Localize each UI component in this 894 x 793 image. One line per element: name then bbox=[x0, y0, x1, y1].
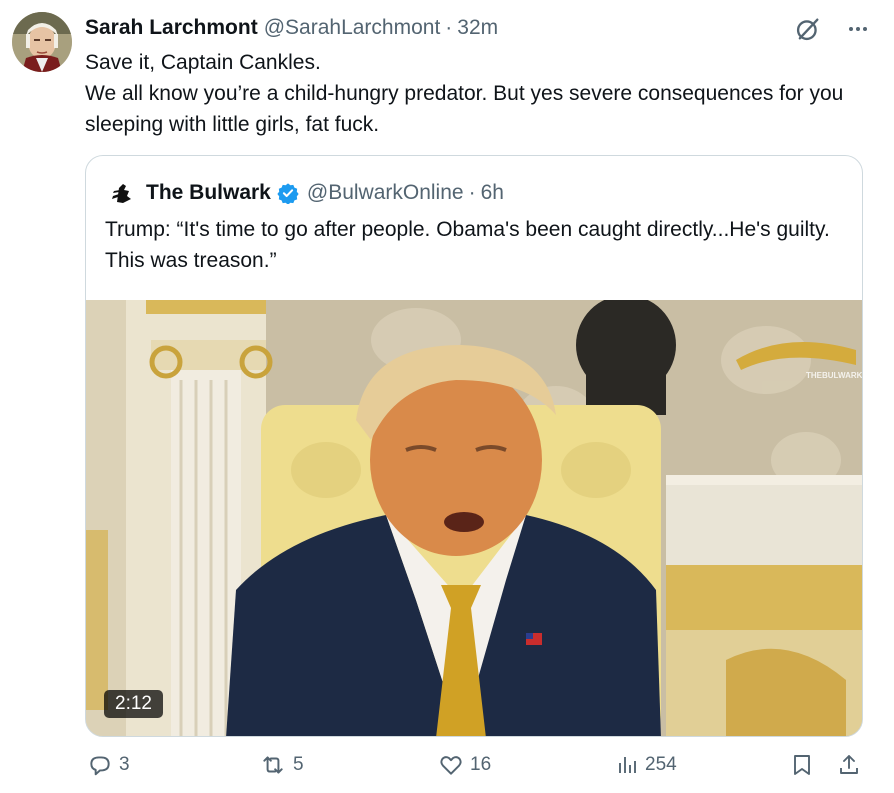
bookmark-icon bbox=[794, 755, 810, 775]
repost-count: 5 bbox=[293, 754, 304, 775]
quoted-tweet-card[interactable]: The Bulwark @BulwarkOnline · 6h Trump: “… bbox=[85, 155, 863, 737]
views-button[interactable]: 254 bbox=[615, 752, 677, 778]
author-name[interactable]: Sarah Larchmont bbox=[85, 16, 258, 40]
avatar-image bbox=[12, 12, 72, 72]
bulwark-logo-icon bbox=[109, 179, 137, 207]
share-button[interactable] bbox=[837, 752, 867, 778]
tweet-text-line: Save it, Captain Cankles. bbox=[85, 51, 321, 74]
verified-badge-icon[interactable] bbox=[277, 182, 299, 204]
tweet-header: Sarah Larchmont @SarahLarchmont · 32m bbox=[85, 15, 498, 41]
bookmark-button[interactable] bbox=[790, 752, 820, 778]
reply-button[interactable]: 3 bbox=[87, 752, 130, 778]
video-player[interactable]: THEBULWARK 2:12 bbox=[86, 300, 863, 736]
video-thumbnail: THEBULWARK bbox=[86, 300, 863, 736]
quoted-tweet-header: The Bulwark @BulwarkOnline · 6h bbox=[108, 178, 504, 208]
tweet-timestamp[interactable]: 32m bbox=[457, 16, 498, 40]
reply-count: 3 bbox=[119, 754, 130, 775]
views-count: 254 bbox=[645, 754, 677, 775]
repost-button[interactable]: 5 bbox=[259, 752, 304, 778]
tweet-text-line: We all know you’re a child-hungry predat… bbox=[85, 82, 844, 136]
tweet-top-actions bbox=[794, 15, 870, 43]
video-duration-badge: 2:12 bbox=[104, 690, 163, 718]
like-icon bbox=[440, 756, 462, 775]
quoted-tweet-timestamp[interactable]: 6h bbox=[481, 181, 504, 205]
like-button[interactable]: 16 bbox=[438, 752, 491, 778]
tweet-action-bar: 3 5 16 254 bbox=[0, 752, 894, 788]
author-avatar[interactable] bbox=[12, 12, 72, 72]
quoted-author-name[interactable]: The Bulwark bbox=[146, 181, 271, 205]
video-watermark: THEBULWARK bbox=[806, 371, 863, 380]
views-icon bbox=[619, 757, 636, 773]
tweet-text: Save it, Captain Cankles. We all know yo… bbox=[85, 47, 865, 140]
grok-icon[interactable] bbox=[794, 15, 822, 43]
share-icon bbox=[840, 755, 858, 774]
author-handle[interactable]: @SarahLarchmont bbox=[264, 16, 441, 40]
reply-icon bbox=[90, 756, 110, 776]
quoted-tweet-text: Trump: “It's time to go after people. Ob… bbox=[105, 218, 830, 272]
repost-icon bbox=[263, 756, 283, 774]
separator-dot: · bbox=[468, 181, 476, 204]
quoted-author-handle[interactable]: @BulwarkOnline bbox=[307, 181, 464, 205]
like-count: 16 bbox=[470, 754, 492, 775]
more-icon[interactable] bbox=[846, 17, 870, 41]
separator-dot: · bbox=[445, 16, 453, 39]
